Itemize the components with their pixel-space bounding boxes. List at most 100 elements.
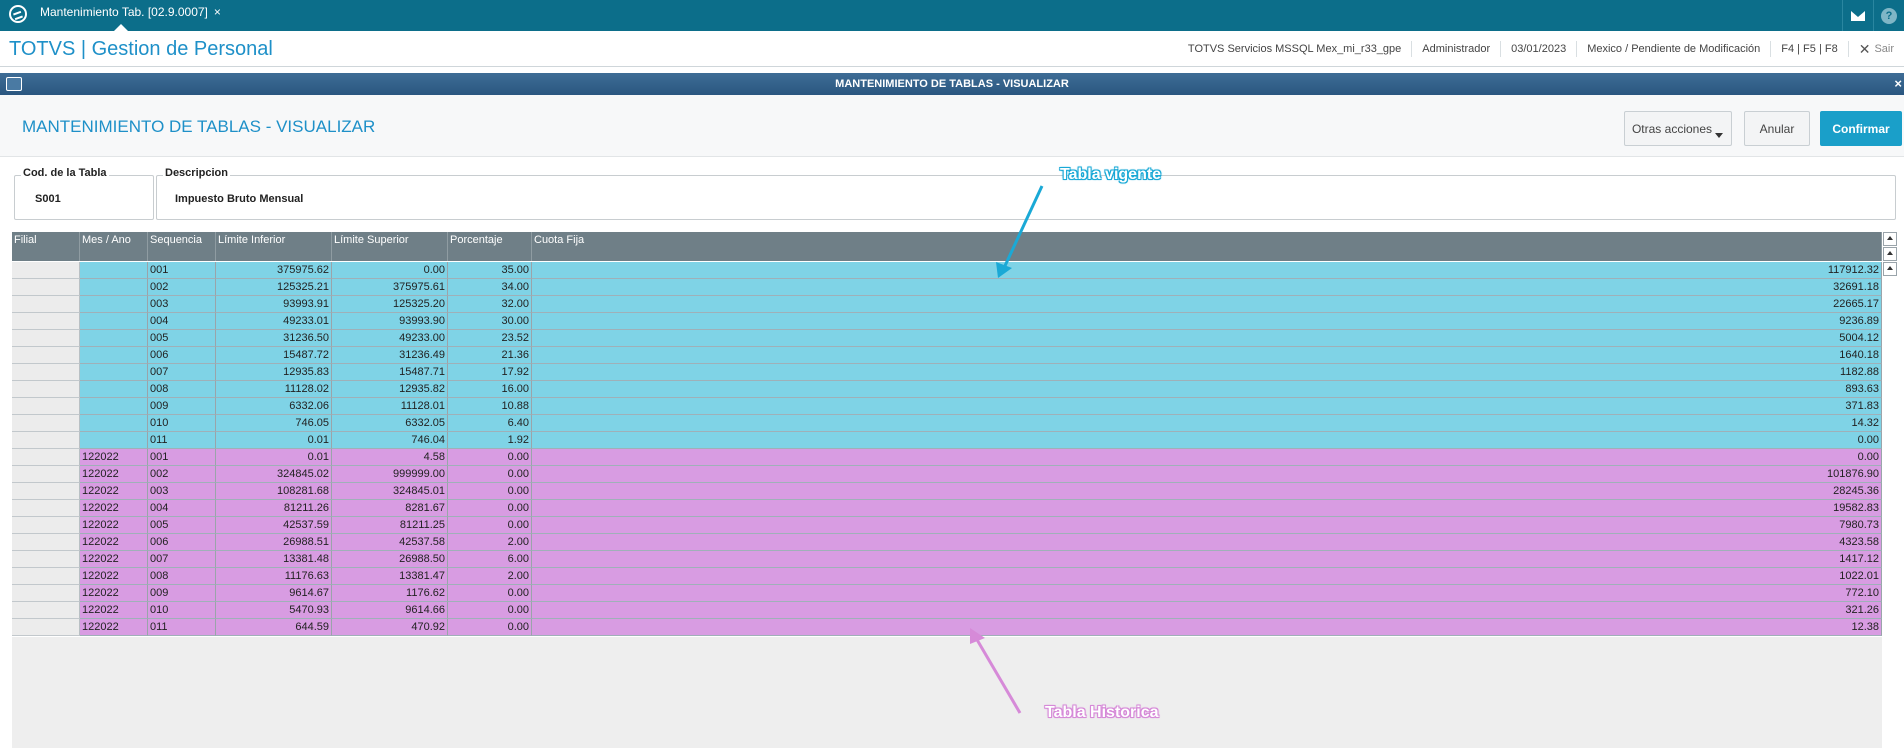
cell-cuota-fija[interactable]: 772.10 xyxy=(532,585,1882,602)
cell-limite-superior[interactable]: 93993.90 xyxy=(332,313,448,330)
cell-limite-inferior[interactable]: 11176.63 xyxy=(216,568,332,585)
cell-limite-inferior[interactable]: 15487.72 xyxy=(216,347,332,364)
scroll-page-up-icon[interactable] xyxy=(1883,247,1897,261)
cell-cuota-fija[interactable]: 1640.18 xyxy=(532,347,1882,364)
cell-cuota-fija[interactable]: 28245.36 xyxy=(532,483,1882,500)
cell-limite-inferior[interactable]: 31236.50 xyxy=(216,330,332,347)
cell-porcentaje[interactable]: 1.92 xyxy=(448,432,532,449)
shortcuts-label[interactable]: F4 | F5 | F8 xyxy=(1770,41,1847,57)
cell-cuota-fija[interactable]: 5004.12 xyxy=(532,330,1882,347)
cell-mes-ano[interactable] xyxy=(80,313,148,330)
cell-limite-inferior[interactable]: 5470.93 xyxy=(216,602,332,619)
cell-sequencia[interactable]: 007 xyxy=(148,364,216,381)
cell-filial[interactable] xyxy=(12,398,80,415)
cell-porcentaje[interactable]: 32.00 xyxy=(448,296,532,313)
cell-limite-inferior[interactable]: 125325.21 xyxy=(216,279,332,296)
cell-porcentaje[interactable]: 0.00 xyxy=(448,466,532,483)
cell-mes-ano[interactable]: 122022 xyxy=(80,517,148,534)
cell-cuota-fija[interactable]: 1182.88 xyxy=(532,364,1882,381)
table-row[interactable]: 002 125325.21 375975.61 34.00 32691.18 xyxy=(12,279,1882,296)
table-row[interactable]: 009 6332.06 11128.01 10.88 371.83 xyxy=(12,398,1882,415)
cell-limite-superior[interactable]: 324845.01 xyxy=(332,483,448,500)
cell-limite-inferior[interactable]: 13381.48 xyxy=(216,551,332,568)
cell-porcentaje[interactable]: 34.00 xyxy=(448,279,532,296)
cell-porcentaje[interactable]: 23.52 xyxy=(448,330,532,347)
cell-filial[interactable] xyxy=(12,330,80,347)
cell-limite-superior[interactable]: 13381.47 xyxy=(332,568,448,585)
cell-sequencia[interactable]: 010 xyxy=(148,415,216,432)
cell-mes-ano[interactable] xyxy=(80,279,148,296)
cell-cuota-fija[interactable]: 321.26 xyxy=(532,602,1882,619)
cell-filial[interactable] xyxy=(12,364,80,381)
cell-cuota-fija[interactable]: 117912.32 xyxy=(532,262,1882,279)
cell-sequencia[interactable]: 005 xyxy=(148,330,216,347)
cell-limite-superior[interactable]: 125325.20 xyxy=(332,296,448,313)
cell-filial[interactable] xyxy=(12,602,80,619)
cell-limite-superior[interactable]: 6332.05 xyxy=(332,415,448,432)
cell-porcentaje[interactable]: 0.00 xyxy=(448,500,532,517)
cell-porcentaje[interactable]: 0.00 xyxy=(448,585,532,602)
cell-limite-inferior[interactable]: 93993.91 xyxy=(216,296,332,313)
cell-limite-inferior[interactable]: 9614.67 xyxy=(216,585,332,602)
cell-sequencia[interactable]: 008 xyxy=(148,568,216,585)
cell-limite-superior[interactable]: 8281.67 xyxy=(332,500,448,517)
cell-limite-superior[interactable]: 11128.01 xyxy=(332,398,448,415)
cell-limite-superior[interactable]: 9614.66 xyxy=(332,602,448,619)
table-row[interactable]: 122022 011 644.59 470.92 0.00 12.38 xyxy=(12,619,1882,636)
cell-cuota-fija[interactable]: 32691.18 xyxy=(532,279,1882,296)
cell-filial[interactable] xyxy=(12,517,80,534)
cell-porcentaje[interactable]: 0.00 xyxy=(448,483,532,500)
cell-sequencia[interactable]: 006 xyxy=(148,534,216,551)
cell-cuota-fija[interactable]: 1417.12 xyxy=(532,551,1882,568)
column-header-sequencia[interactable]: Sequencia xyxy=(148,232,216,261)
tab-close-icon[interactable]: × xyxy=(214,0,221,25)
cell-sequencia[interactable]: 003 xyxy=(148,296,216,313)
cell-cuota-fija[interactable]: 0.00 xyxy=(532,432,1882,449)
cell-limite-superior[interactable]: 4.58 xyxy=(332,449,448,466)
cell-sequencia[interactable]: 004 xyxy=(148,313,216,330)
cell-limite-inferior[interactable]: 0.01 xyxy=(216,432,332,449)
cell-filial[interactable] xyxy=(12,381,80,398)
cell-mes-ano[interactable]: 122022 xyxy=(80,585,148,602)
cell-mes-ano[interactable] xyxy=(80,296,148,313)
cell-limite-superior[interactable]: 81211.25 xyxy=(332,517,448,534)
cell-limite-inferior[interactable]: 644.59 xyxy=(216,619,332,636)
cell-sequencia[interactable]: 001 xyxy=(148,262,216,279)
help-button[interactable]: ? xyxy=(1873,0,1904,31)
cell-filial[interactable] xyxy=(12,534,80,551)
cell-limite-inferior[interactable]: 324845.02 xyxy=(216,466,332,483)
column-header-cuota-fija[interactable]: Cuota Fija xyxy=(532,232,1882,261)
cell-mes-ano[interactable]: 122022 xyxy=(80,500,148,517)
cell-filial[interactable] xyxy=(12,551,80,568)
cell-mes-ano[interactable] xyxy=(80,262,148,279)
cell-limite-inferior[interactable]: 11128.02 xyxy=(216,381,332,398)
cell-limite-superior[interactable]: 42537.58 xyxy=(332,534,448,551)
cell-limite-superior[interactable]: 49233.00 xyxy=(332,330,448,347)
mail-button[interactable] xyxy=(1842,0,1873,31)
cell-filial[interactable] xyxy=(12,415,80,432)
cell-porcentaje[interactable]: 30.00 xyxy=(448,313,532,330)
cell-mes-ano[interactable]: 122022 xyxy=(80,483,148,500)
cell-sequencia[interactable]: 011 xyxy=(148,432,216,449)
column-header-limite-inferior[interactable]: Límite Inferior xyxy=(216,232,332,261)
cell-limite-superior[interactable]: 0.00 xyxy=(332,262,448,279)
cell-filial[interactable] xyxy=(12,466,80,483)
cell-sequencia[interactable]: 009 xyxy=(148,398,216,415)
cell-filial[interactable] xyxy=(12,313,80,330)
cell-cuota-fija[interactable]: 22665.17 xyxy=(532,296,1882,313)
table-row[interactable]: 122022 002 324845.02 999999.00 0.00 101876.90 xyxy=(12,466,1882,483)
cell-cuota-fija[interactable]: 101876.90 xyxy=(532,466,1882,483)
table-row[interactable]: 122022 007 13381.48 26988.50 6.00 1417.12 xyxy=(12,551,1882,568)
cell-sequencia[interactable]: 007 xyxy=(148,551,216,568)
cell-porcentaje[interactable]: 0.00 xyxy=(448,619,532,636)
cell-cuota-fija[interactable]: 371.83 xyxy=(532,398,1882,415)
cell-sequencia[interactable]: 010 xyxy=(148,602,216,619)
cell-limite-superior[interactable]: 1176.62 xyxy=(332,585,448,602)
otras-acciones-button[interactable]: Otras acciones xyxy=(1624,111,1732,146)
cell-porcentaje[interactable]: 0.00 xyxy=(448,602,532,619)
dialog-close-icon[interactable]: × xyxy=(1894,75,1902,93)
table-row[interactable]: 122022 004 81211.26 8281.67 0.00 19582.83 xyxy=(12,500,1882,517)
cell-filial[interactable] xyxy=(12,619,80,636)
environment-label[interactable]: TOTVS Servicios MSSQL Mex_mi_r33_gpe xyxy=(1178,41,1411,57)
cell-mes-ano[interactable] xyxy=(80,347,148,364)
